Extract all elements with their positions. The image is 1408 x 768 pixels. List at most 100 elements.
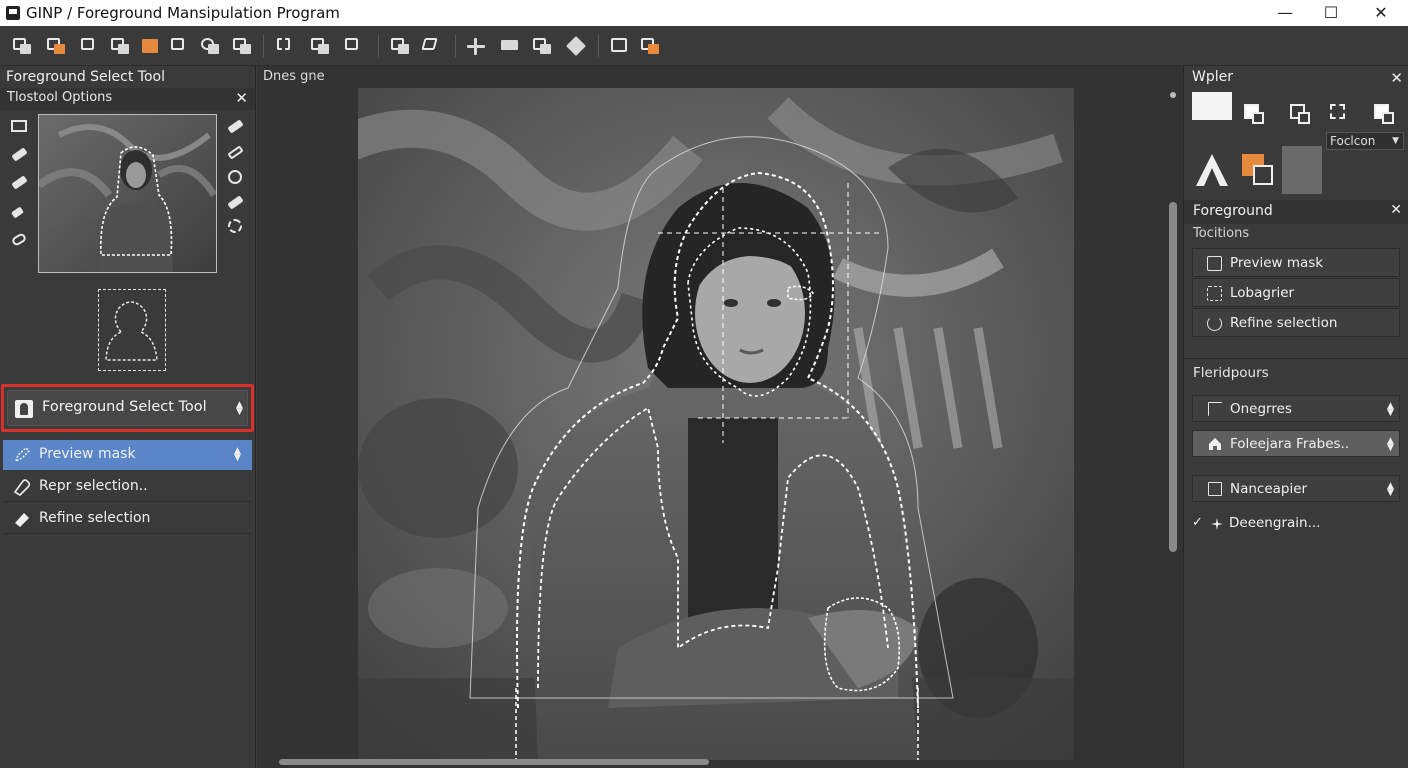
rect-select-icon[interactable] xyxy=(10,118,28,134)
button-label: Refine selection xyxy=(1230,315,1338,331)
layer-mask-icon[interactable] xyxy=(1328,102,1352,126)
refine-selection-option[interactable]: Refine selection xyxy=(3,504,252,534)
foreground-color-swatch[interactable] xyxy=(1192,92,1232,120)
preview-mask-option[interactable]: Preview mask ▲ ▼ xyxy=(3,440,252,470)
duplicate-icon[interactable] xyxy=(110,36,130,56)
toolbar-separator xyxy=(455,35,456,57)
align-icon[interactable] xyxy=(232,36,252,56)
refine-selection-button[interactable]: Refine selection xyxy=(1192,308,1400,337)
dropdown-label: Onegrres xyxy=(1230,401,1292,417)
minimize-button[interactable]: — xyxy=(1262,0,1308,26)
option-label: Refine selection xyxy=(39,510,151,526)
free-select-icon[interactable] xyxy=(226,218,244,234)
layer-list-icon[interactable] xyxy=(1288,102,1312,126)
move-icon[interactable] xyxy=(466,36,486,56)
tool-select-dropdown[interactable]: Foreground Select Tool ▲ ▼ xyxy=(1,384,254,432)
zoom-selection-icon[interactable] xyxy=(200,36,220,56)
path-icon[interactable] xyxy=(532,36,552,56)
section-divider xyxy=(1184,358,1408,359)
flip-icon[interactable] xyxy=(390,36,410,56)
grid-icon[interactable] xyxy=(276,36,296,56)
app-icon xyxy=(6,6,20,20)
close-button[interactable]: ✕ xyxy=(1358,0,1404,26)
perspective-icon[interactable] xyxy=(421,36,442,56)
horizontal-scrollbar[interactable] xyxy=(261,758,1165,766)
house-icon xyxy=(1209,438,1221,450)
scroll-up-button[interactable] xyxy=(1170,92,1176,98)
sparkle-icon xyxy=(1211,518,1223,530)
close-icon[interactable]: ✕ xyxy=(1390,69,1403,87)
horizontal-scroll-thumb[interactable] xyxy=(279,759,709,765)
pencil-icon[interactable] xyxy=(226,118,244,134)
canvas-size-icon[interactable] xyxy=(610,36,630,56)
bracket-icon xyxy=(1208,402,1222,416)
dodge-icon[interactable] xyxy=(226,194,244,210)
panel-title: Wpler xyxy=(1192,69,1233,85)
gradient-tool-icon[interactable] xyxy=(1192,146,1232,192)
title-bar: GINP / Foreground Mansipulation Program … xyxy=(0,0,1408,26)
nanceapier-dropdown[interactable]: Nanceapier ▲ ▼ xyxy=(1192,475,1400,502)
image-canvas[interactable] xyxy=(358,88,1074,760)
scale-icon[interactable] xyxy=(344,36,364,56)
pattern-swatch[interactable] xyxy=(1282,146,1322,194)
option-label: Repr selection.. xyxy=(39,478,148,494)
image-tab[interactable]: Dnes gne xyxy=(263,69,325,84)
tool-select-field[interactable]: Foreground Select Tool ▲ ▼ xyxy=(7,390,248,426)
export-icon[interactable] xyxy=(640,36,660,56)
close-icon[interactable]: ✕ xyxy=(1390,202,1402,218)
brush-icon xyxy=(15,513,29,527)
tool-select-label: Foreground Select Tool xyxy=(42,399,207,415)
spinner-icon: ▲ ▼ xyxy=(234,446,241,463)
airbrush-icon[interactable] xyxy=(226,144,244,160)
section-subtitle: Tocitions xyxy=(1193,226,1250,241)
toolbar-separator xyxy=(263,35,264,57)
mask-pencil-icon xyxy=(14,446,31,463)
person-icon xyxy=(15,400,33,418)
spinner-icon: ▲ ▼ xyxy=(236,400,243,417)
spinner-icon: ▲ ▼ xyxy=(1387,436,1394,453)
crop-icon[interactable] xyxy=(80,36,100,56)
option-label: Preview mask xyxy=(39,446,136,462)
mode-dropdown[interactable]: Foclcon ▼ xyxy=(1326,132,1404,150)
color-picker-icon[interactable] xyxy=(1238,146,1278,192)
crop-icon xyxy=(1207,286,1222,301)
toolbar-separator xyxy=(598,35,599,57)
brush-icon[interactable] xyxy=(10,146,28,162)
layer-delete-icon[interactable] xyxy=(1372,102,1396,126)
spinner-icon: ▲ ▼ xyxy=(1387,481,1394,498)
spinner-icon: ▲ ▼ xyxy=(1387,401,1394,418)
toolbar-separator xyxy=(378,35,379,57)
vertical-scrollbar[interactable] xyxy=(1169,92,1177,762)
onegrres-dropdown[interactable]: Onegrres ▲ ▼ xyxy=(1192,395,1400,422)
refresh-icon xyxy=(1207,316,1222,331)
eraser-icon[interactable] xyxy=(10,174,28,190)
section-title: Fleridpours xyxy=(1193,365,1269,381)
smudge-icon[interactable] xyxy=(10,204,28,220)
layer-mask-icon[interactable] xyxy=(170,36,190,56)
mode-dropdown-label: Foclcon xyxy=(1330,134,1376,148)
new-layer-icon[interactable] xyxy=(12,36,32,56)
repair-selection-option[interactable]: Repr selection.. xyxy=(3,472,252,502)
foleejara-frabes-dropdown[interactable]: Foleejara Frabes.. ▲ ▼ xyxy=(1192,430,1400,457)
deeengrain-checkbox[interactable]: ✓ Deeengrain... xyxy=(1192,514,1400,540)
heal-icon[interactable] xyxy=(566,36,586,56)
fill-icon[interactable] xyxy=(140,36,160,56)
close-icon[interactable]: ✕ xyxy=(235,89,248,107)
lobagrier-button[interactable]: Lobagrier xyxy=(1192,278,1400,307)
foreground-preview-placeholder xyxy=(98,289,166,371)
preview-mask-button[interactable]: Preview mask xyxy=(1192,248,1400,277)
right-dock-panel: Wpler ✕ Foclcon ▼ Foreground ✕ Tocitions… xyxy=(1183,66,1408,768)
vertical-scroll-thumb[interactable] xyxy=(1169,202,1177,552)
eraser-icon xyxy=(13,479,31,496)
maximize-button[interactable]: ☐ xyxy=(1308,0,1354,26)
open-image-icon[interactable] xyxy=(46,36,66,56)
dropdown-label: Foleejara Frabes.. xyxy=(1230,436,1350,452)
button-label: Preview mask xyxy=(1230,255,1324,271)
transform-icon[interactable] xyxy=(310,36,330,56)
layer-copy-icon[interactable] xyxy=(1242,102,1266,126)
panel-title: Foreground Select Tool xyxy=(6,69,165,85)
canvas-area: Dnes gne xyxy=(257,66,1183,768)
ellipse-select-icon[interactable] xyxy=(226,169,244,185)
text-tool-icon[interactable] xyxy=(500,36,520,56)
lasso-icon[interactable] xyxy=(10,231,28,247)
